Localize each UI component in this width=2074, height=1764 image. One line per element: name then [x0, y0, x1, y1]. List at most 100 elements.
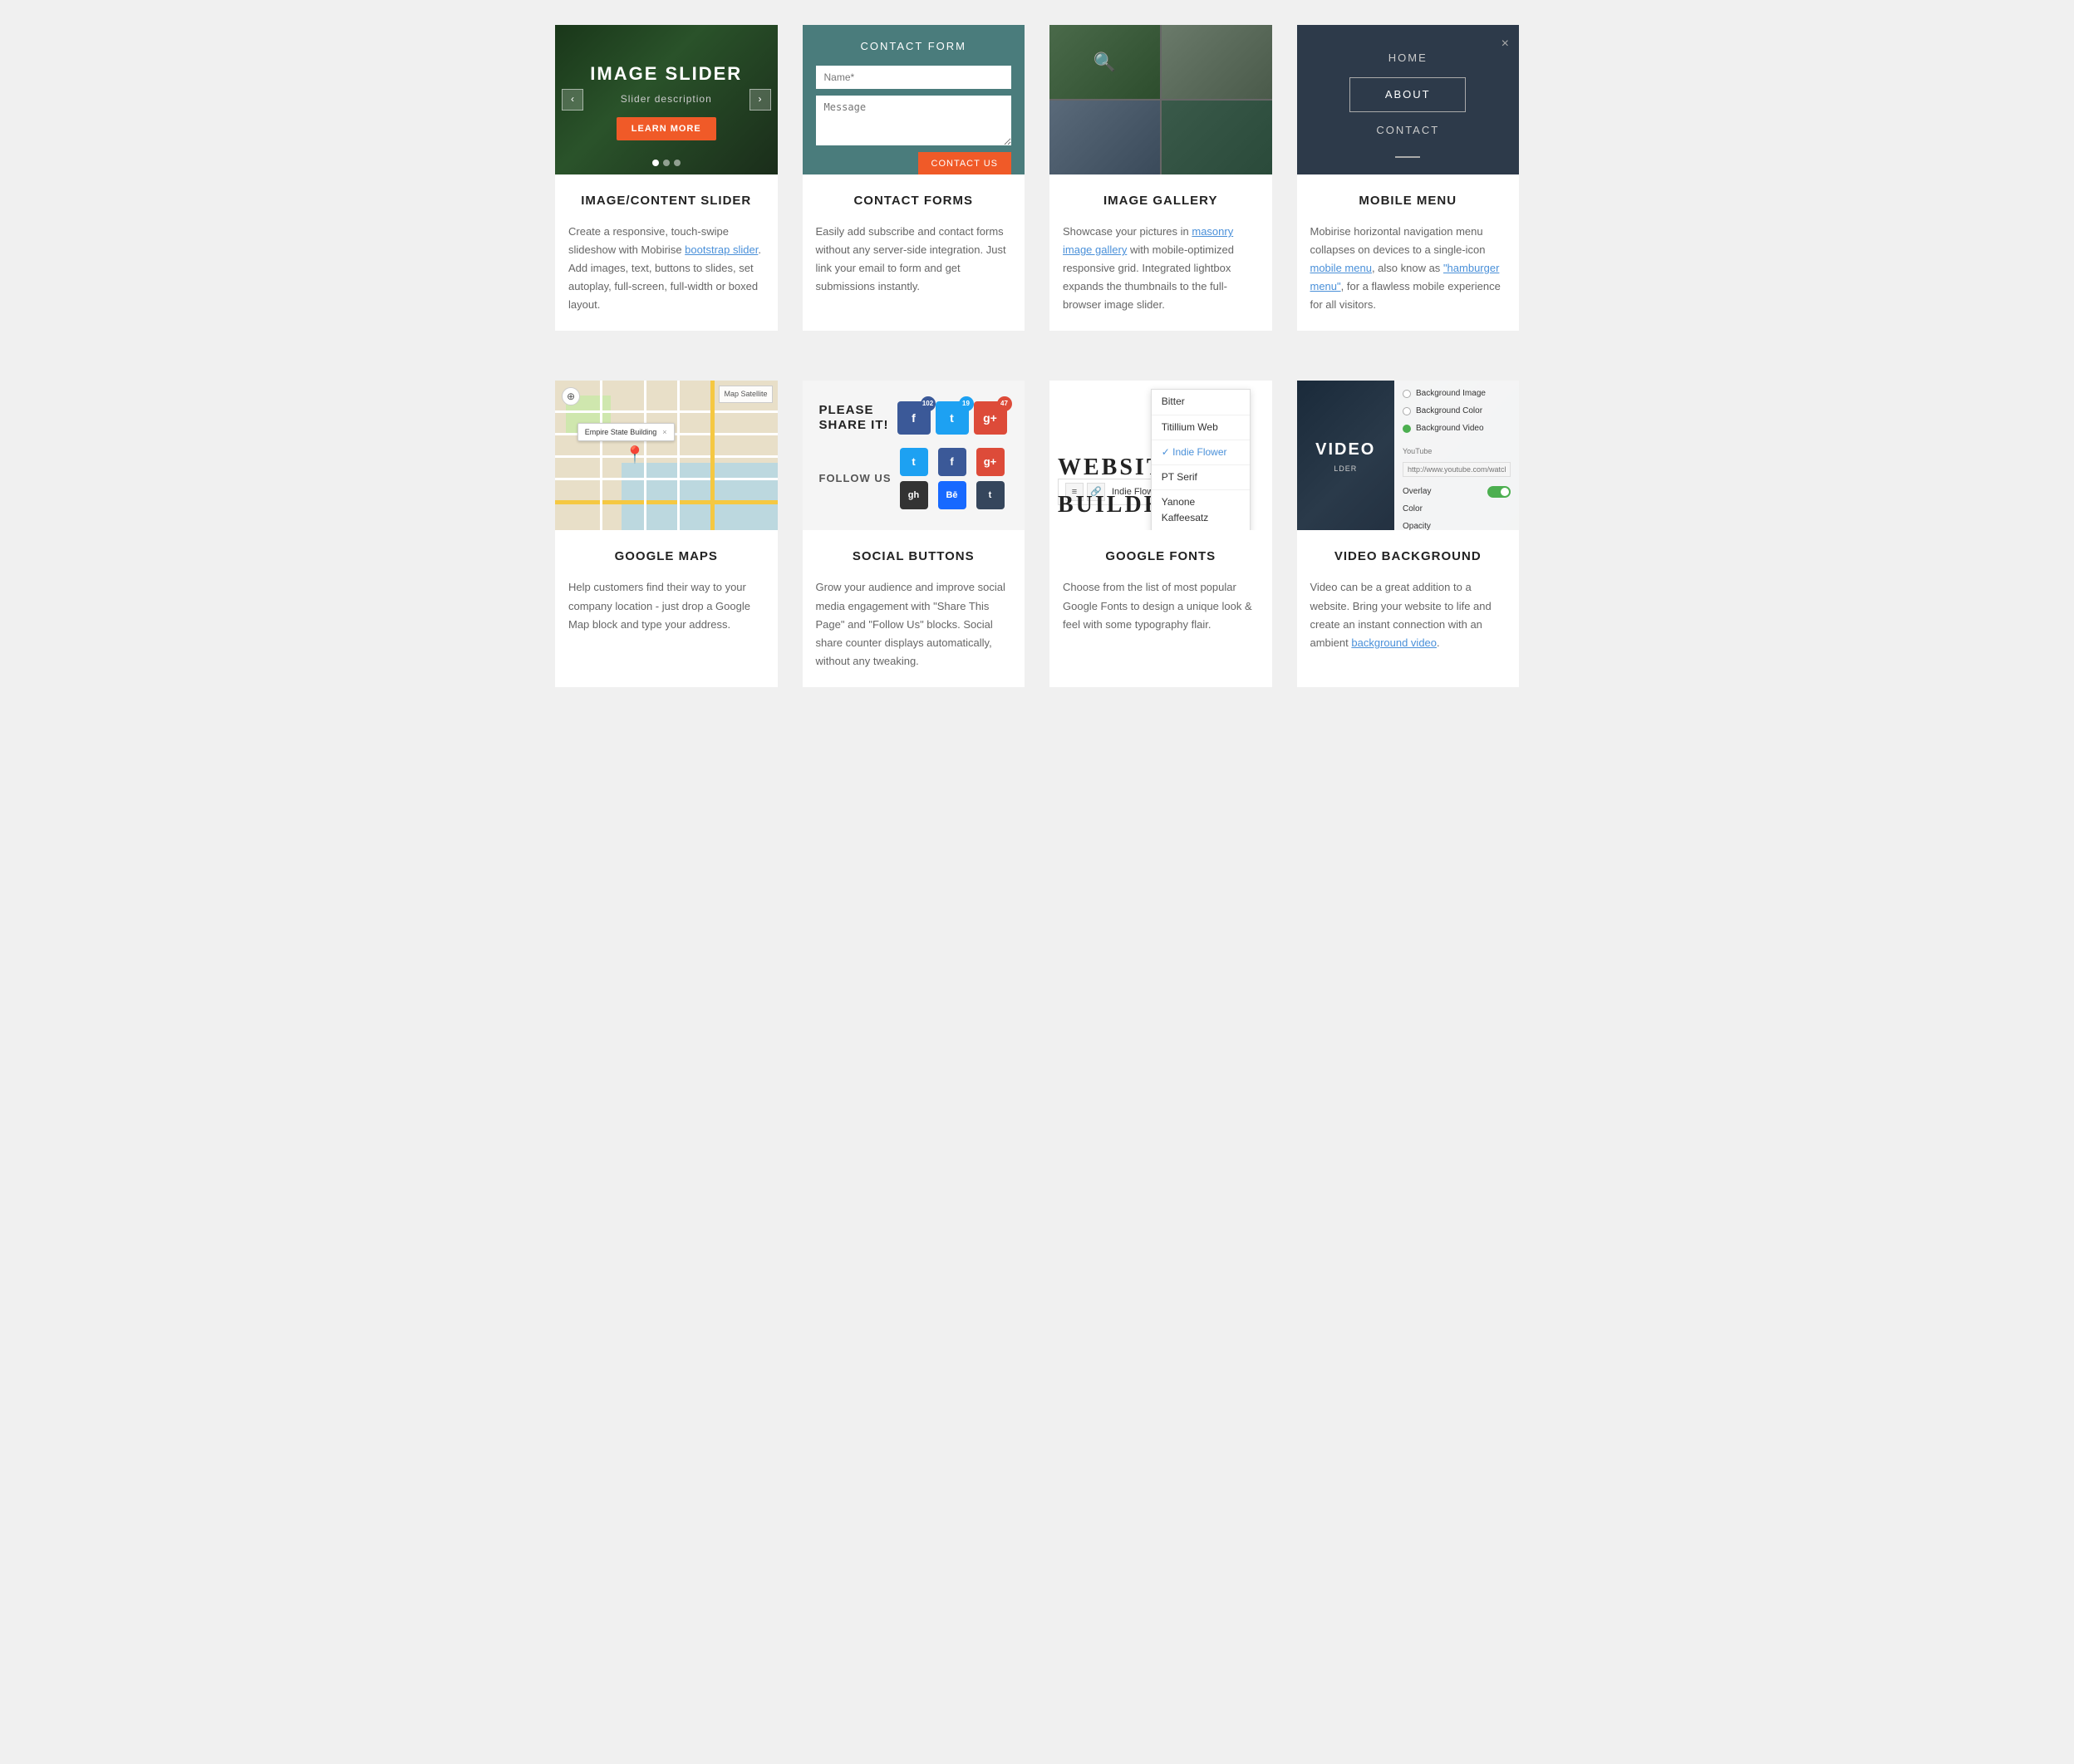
color-row: Color: [1403, 503, 1511, 516]
overlay-toggle[interactable]: [1487, 486, 1511, 498]
googleplus-share-button[interactable]: g+ 47: [974, 401, 1007, 435]
map-toolbar[interactable]: Map Satellite: [719, 386, 772, 402]
map-street-h1: [555, 410, 778, 413]
contact-name-input[interactable]: [816, 66, 1012, 89]
video-preview: VIDEO LDER Background Image Background C…: [1297, 381, 1520, 530]
gallery-item-2[interactable]: [1162, 25, 1272, 99]
mobile-menu-link[interactable]: mobile menu: [1310, 262, 1372, 274]
map-info-label: Empire State Building: [585, 426, 657, 438]
fonts-preview: Bitter Titillium Web Indie Flower PT Ser…: [1049, 381, 1272, 530]
card-image-slider: ‹ IMAGE SLIDER Slider description LEARN …: [555, 25, 778, 331]
mobile-menu-close-icon[interactable]: ×: [1501, 33, 1509, 55]
radio-bg-video[interactable]: [1403, 425, 1411, 433]
video-text-after-link: .: [1437, 636, 1440, 649]
overlay-row: Overlay: [1403, 485, 1511, 499]
video-preview-container: VIDEO LDER Background Image Background C…: [1297, 381, 1520, 530]
youtube-url-input[interactable]: [1403, 462, 1511, 477]
menu-item-about[interactable]: ABOUT: [1349, 77, 1466, 113]
opacity-label: Opacity: [1403, 520, 1431, 531]
menu-item-home[interactable]: HOME: [1349, 42, 1466, 76]
slider-arrow-left[interactable]: ‹: [562, 89, 583, 111]
card-video-title: VIDEO BACKGROUND: [1310, 547, 1506, 567]
map-street-h4: [555, 478, 778, 480]
twitter-follow-button[interactable]: t: [900, 448, 928, 476]
video-sub: LDER: [1334, 463, 1357, 474]
behance-follow-button[interactable]: Bē: [938, 481, 966, 509]
social-preview: PLEASESHARE IT! f 102 t 19 g+: [803, 381, 1025, 530]
video-visual-left: VIDEO LDER: [1297, 381, 1395, 530]
slider-preview: ‹ IMAGE SLIDER Slider description LEARN …: [555, 25, 778, 174]
video-option-bg-image[interactable]: Background Image: [1403, 387, 1511, 400]
map-major-road-h: [555, 500, 778, 504]
card-maps-title: GOOGLE MAPS: [568, 547, 764, 567]
toggle-on-icon[interactable]: [1487, 486, 1511, 498]
social-preview-container: PLEASESHARE IT! f 102 t 19 g+: [803, 381, 1025, 530]
card-mobile-menu-title: MOBILE MENU: [1310, 191, 1506, 211]
slider-arrow-right[interactable]: ›: [749, 89, 771, 111]
search-icon: 🔍: [1094, 47, 1116, 76]
card-gallery-title: IMAGE GALLERY: [1063, 191, 1259, 211]
color-label: Color: [1403, 503, 1423, 516]
follow-label: FOLLOW US: [819, 470, 892, 488]
card-maps-text: Help customers find their way to your co…: [568, 578, 764, 633]
maps-preview-container: 📍 Empire State Building × ⊕ Map Satellit…: [555, 381, 778, 530]
map-street-v1: [600, 381, 602, 530]
radio-bg-image[interactable]: [1403, 390, 1411, 398]
gallery-preview-container: 🔍: [1049, 25, 1272, 174]
fonts-dropdown[interactable]: Bitter Titillium Web Indie Flower PT Ser…: [1151, 389, 1251, 530]
slider-learn-more-button[interactable]: LEARN MORE: [617, 117, 716, 140]
twitter-share-button[interactable]: t 19: [936, 401, 969, 435]
card-gallery-body: IMAGE GALLERY Showcase your pictures in …: [1049, 174, 1272, 331]
fonts-preview-container: Bitter Titillium Web Indie Flower PT Ser…: [1049, 381, 1272, 530]
opacity-row: Opacity: [1403, 520, 1511, 531]
font-option-titillium[interactable]: Titillium Web: [1152, 415, 1250, 440]
font-option-bitter[interactable]: Bitter: [1152, 390, 1250, 415]
card-video-text: Video can be a great addition to a websi…: [1310, 578, 1506, 651]
slider-dot-1[interactable]: [652, 160, 659, 166]
card-fonts-text: Choose from the list of most popular Goo…: [1063, 578, 1259, 633]
slider-dot-3[interactable]: [674, 160, 681, 166]
bootstrap-slider-link[interactable]: bootstrap slider: [685, 243, 758, 256]
slider-content: IMAGE SLIDER Slider description LEARN MO…: [590, 59, 742, 140]
card-contact-text: Easily add subscribe and contact forms w…: [816, 223, 1012, 296]
card-mobile-menu: × HOME ABOUT CONTACT MOBILE MENU Mobiris…: [1297, 25, 1520, 331]
card-fonts-body: GOOGLE FONTS Choose from the list of mos…: [1049, 530, 1272, 650]
video-option-bg-color[interactable]: Background Color: [1403, 405, 1511, 418]
map-pin-icon: 📍: [625, 447, 646, 464]
card-video-body: VIDEO BACKGROUND Video can be a great ad…: [1297, 530, 1520, 668]
gallery-item-4[interactable]: [1162, 101, 1272, 174]
radio-bg-color[interactable]: [1403, 407, 1411, 415]
mobile-text-1: Mobirise horizontal navigation menu coll…: [1310, 225, 1486, 256]
video-option-bg-video[interactable]: Background Video: [1403, 422, 1511, 435]
card-mobile-menu-text: Mobirise horizontal navigation menu coll…: [1310, 223, 1506, 314]
contact-submit-button[interactable]: CONTACT US: [918, 152, 1012, 174]
map-container[interactable]: 📍 Empire State Building × ⊕ Map Satellit…: [555, 381, 778, 530]
follow-buttons-container: t f g+ gh Bē t: [900, 448, 1005, 509]
card-gallery-text: Showcase your pictures in masonry image …: [1063, 223, 1259, 314]
card-social-text: Grow your audience and improve social me…: [816, 578, 1012, 670]
facebook-badge: 102: [921, 396, 936, 411]
font-option-yanone[interactable]: Yanone Kaffeesatz: [1152, 490, 1250, 530]
slider-dot-2[interactable]: [663, 160, 670, 166]
follow-section: FOLLOW US t f g+ gh Bē t: [819, 448, 1005, 509]
mobile-menu-preview-container: × HOME ABOUT CONTACT: [1297, 25, 1520, 174]
gallery-item-3[interactable]: [1049, 101, 1160, 174]
map-info-close-icon[interactable]: ×: [662, 426, 666, 438]
twitter-badge: 19: [959, 396, 974, 411]
row1-grid: ‹ IMAGE SLIDER Slider description LEARN …: [555, 25, 1519, 331]
contact-message-input[interactable]: [816, 96, 1012, 145]
contact-form-preview: CONTACT FORM CONTACT US: [803, 25, 1025, 174]
github-follow-button[interactable]: gh: [900, 481, 928, 509]
facebook-follow-button[interactable]: f: [938, 448, 966, 476]
googleplus-follow-button[interactable]: g+: [976, 448, 1005, 476]
menu-item-contact[interactable]: CONTACT: [1349, 114, 1466, 148]
background-video-link[interactable]: background video: [1351, 636, 1437, 649]
facebook-share-button[interactable]: f 102: [897, 401, 931, 435]
gallery-item-1[interactable]: 🔍: [1049, 25, 1160, 99]
tumblr-follow-button[interactable]: t: [976, 481, 1005, 509]
font-option-ptserif[interactable]: PT Serif: [1152, 465, 1250, 490]
card-image-gallery: 🔍 IMAGE GALLERY Showcase your pictures i…: [1049, 25, 1272, 331]
bg-color-label: Background Color: [1416, 405, 1482, 418]
font-option-indie[interactable]: Indie Flower: [1152, 440, 1250, 465]
bg-image-label: Background Image: [1416, 387, 1486, 400]
